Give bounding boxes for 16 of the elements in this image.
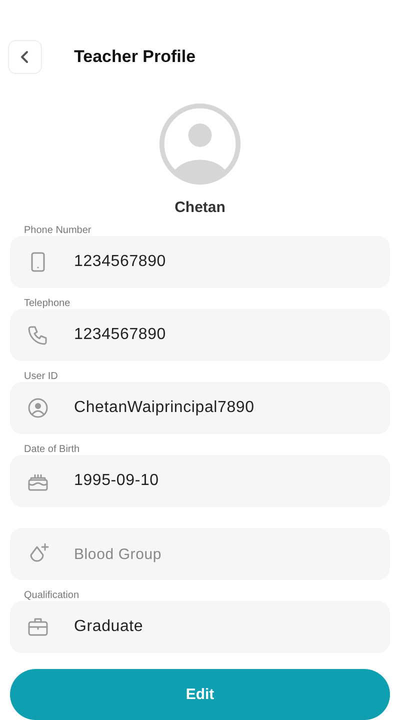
field-label: Telephone	[23, 298, 72, 310]
back-icon	[20, 50, 30, 64]
input-field[interactable]: ChetanWaiprincipal7890	[10, 382, 390, 434]
page-title: Teacher Profile	[74, 47, 196, 67]
input-field[interactable]: 1234567890	[10, 236, 390, 288]
input-field[interactable]: 1995-09-10	[10, 455, 390, 508]
field-label: Phone Number	[23, 225, 92, 236]
profile-name: Chetan	[174, 199, 226, 216]
field-label: Date of Birth	[23, 444, 81, 456]
input-field[interactable]: 1234567890	[10, 309, 390, 362]
avatar-icon	[158, 103, 242, 186]
field-label: User ID	[23, 371, 59, 382]
user-icon	[26, 396, 50, 420]
back-button[interactable]	[8, 40, 42, 74]
field-label: Qualification	[23, 590, 80, 602]
input-field[interactable]: Graduate	[10, 601, 390, 654]
